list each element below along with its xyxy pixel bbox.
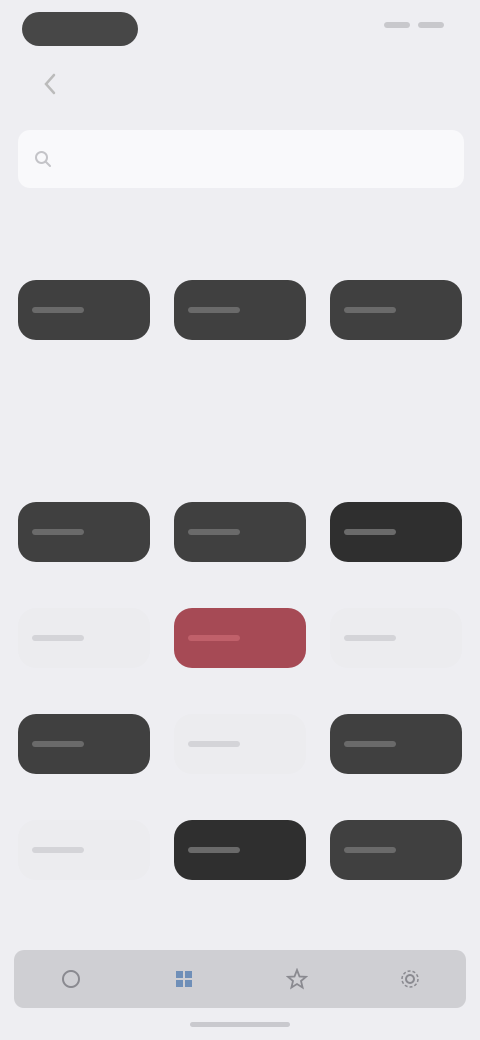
toolbar-item-settings[interactable] (380, 959, 440, 999)
theme-card[interactable] (18, 280, 150, 380)
search-input[interactable] (62, 149, 426, 169)
theme-thumbnail (18, 280, 150, 340)
theme-card[interactable] (18, 714, 150, 814)
signal-icon (384, 22, 410, 28)
theme-thumbnail (174, 502, 306, 562)
toolbar-item-palette[interactable] (41, 959, 101, 999)
bottom-toolbar (14, 950, 466, 1008)
chevron-left-icon (44, 73, 56, 95)
theme-card[interactable] (174, 280, 306, 380)
theme-card[interactable] (330, 502, 462, 602)
theme-thumbnail (18, 608, 150, 668)
theme-card[interactable] (174, 502, 306, 602)
theme-card[interactable] (330, 714, 462, 814)
search-bar[interactable] (18, 130, 464, 188)
theme-thumbnail (174, 714, 306, 774)
theme-thumbnail (18, 820, 150, 880)
theme-card[interactable] (330, 608, 462, 708)
status-time-pill (22, 12, 138, 46)
theme-card[interactable] (18, 608, 150, 708)
theme-thumbnail (174, 280, 306, 340)
theme-card[interactable] (174, 820, 306, 920)
star-icon (285, 968, 308, 990)
theme-thumbnail (330, 608, 462, 668)
theme-thumbnail (18, 502, 150, 562)
featured-theme-grid (18, 280, 462, 380)
theme-card[interactable] (330, 280, 462, 380)
all-theme-grid (18, 502, 462, 920)
theme-card[interactable] (18, 820, 150, 920)
theme-thumbnail (330, 502, 462, 562)
battery-icon (418, 22, 444, 28)
palette-icon (61, 970, 80, 988)
theme-thumbnail (174, 820, 306, 880)
theme-card[interactable] (174, 608, 306, 708)
theme-thumbnail (330, 714, 462, 774)
home-indicator[interactable] (190, 1022, 290, 1027)
theme-card[interactable] (18, 502, 150, 602)
back-button[interactable] (30, 64, 70, 104)
grid-icon (175, 971, 192, 987)
theme-thumbnail (18, 714, 150, 774)
search-icon (35, 151, 51, 167)
theme-thumbnail (330, 280, 462, 340)
theme-thumbnail (174, 608, 306, 668)
toolbar-item-star[interactable] (267, 959, 327, 999)
toolbar-item-grid[interactable] (154, 959, 214, 999)
theme-card[interactable] (174, 714, 306, 814)
theme-thumbnail (330, 820, 462, 880)
settings-icon (400, 970, 419, 988)
status-icons (384, 22, 444, 28)
theme-card[interactable] (330, 820, 462, 920)
